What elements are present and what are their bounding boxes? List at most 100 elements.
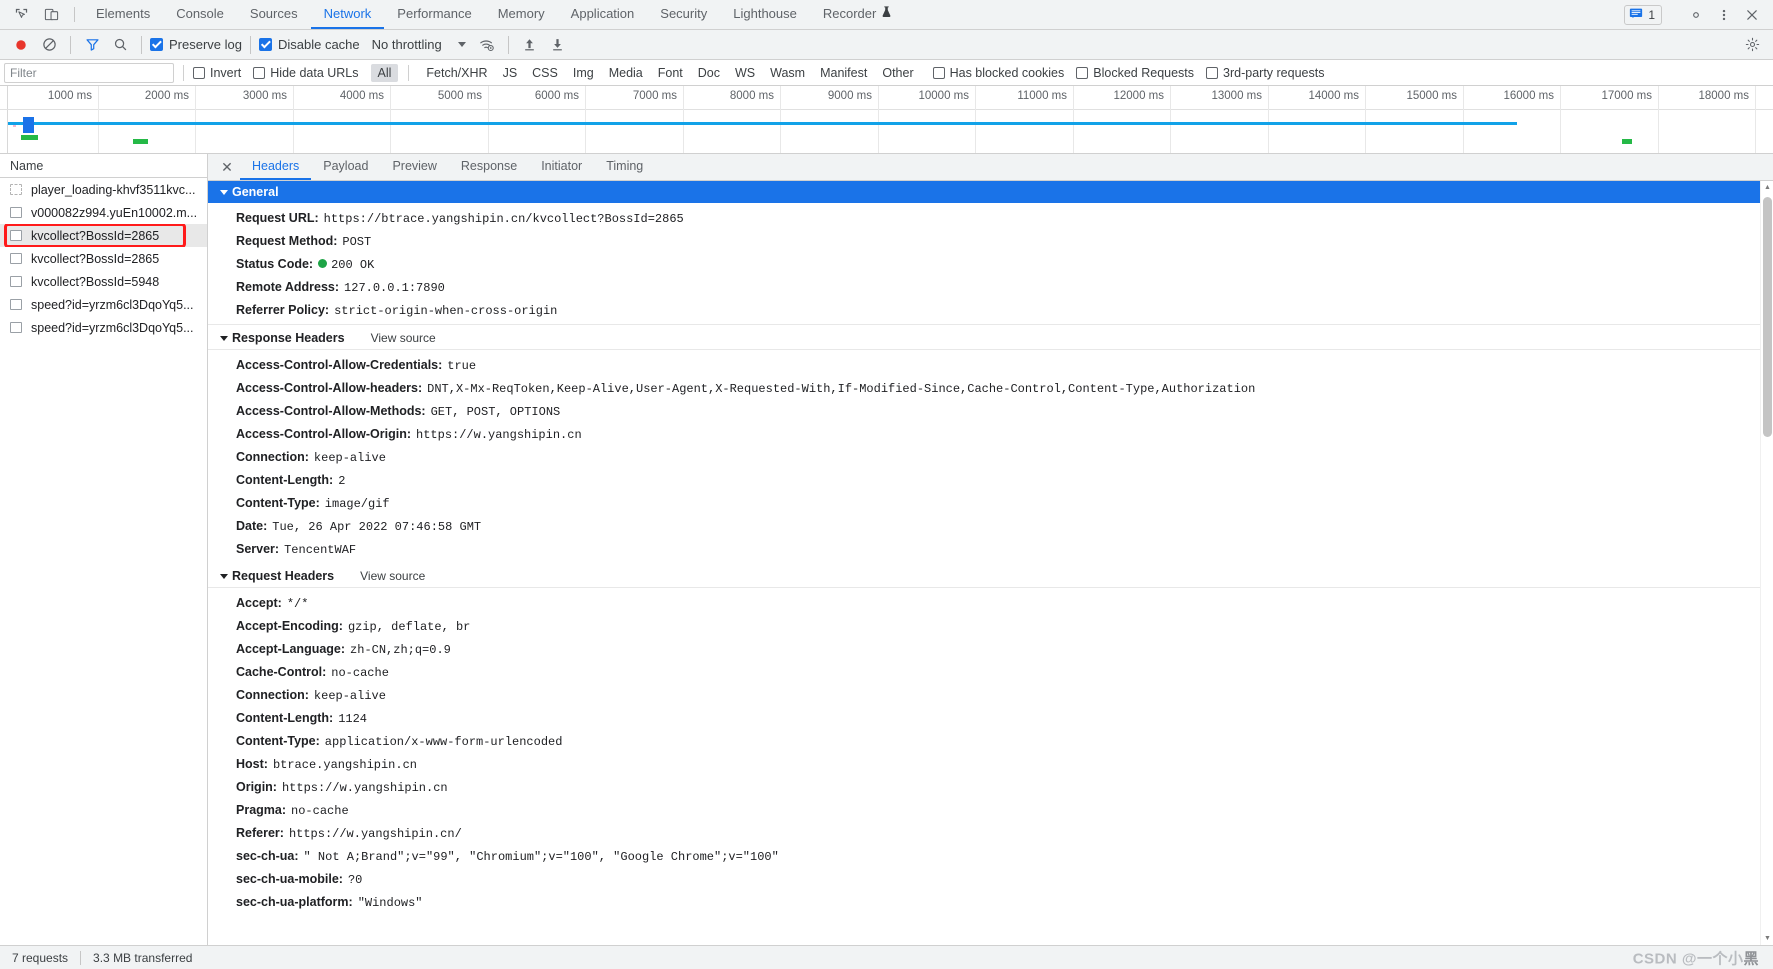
request-row-1[interactable]: v000082z994.yuEn10002.m...	[0, 201, 207, 224]
toolbar-divider-4	[507, 35, 509, 54]
message-count: 1	[1648, 7, 1655, 22]
tab-network[interactable]: Network	[310, 0, 385, 29]
response-header-row-3: Access-Control-Allow-Origin: https://w.y…	[208, 423, 1773, 446]
record-button[interactable]	[8, 32, 34, 58]
blocked-requests-checkbox[interactable]: Blocked Requests	[1076, 66, 1194, 80]
filterbar-divider	[183, 64, 184, 81]
request-row-2-selected[interactable]: kvcollect?BossId=2865	[0, 224, 207, 247]
third-party-requests-checkbox[interactable]: 3rd-party requests	[1206, 66, 1324, 80]
device-toolbar-icon[interactable]	[36, 0, 66, 29]
hide-data-urls-checkbox[interactable]: Hide data URLs	[253, 66, 359, 80]
header-key: Referrer Policy:	[236, 303, 330, 317]
type-filter-all[interactable]: All	[370, 63, 399, 82]
general-row-request-url: Request URL: https://btrace.yangshipin.c…	[208, 207, 1773, 230]
network-conditions-icon[interactable]	[474, 32, 500, 58]
overview-tick-label: 5000 ms	[437, 90, 482, 102]
has-blocked-cookies-checkbox[interactable]: Has blocked cookies	[932, 66, 1064, 80]
type-filter-wasm[interactable]: Wasm	[763, 64, 812, 82]
console-message-badge[interactable]: 1	[1624, 4, 1662, 25]
scrollbar-thumb[interactable]	[1763, 197, 1772, 437]
detail-tab-label: Response	[460, 159, 518, 173]
request-row-4[interactable]: kvcollect?BossId=5948	[0, 270, 207, 293]
toolbar-divider-2	[141, 35, 142, 54]
tab-payload[interactable]: Payload	[311, 154, 380, 180]
more-options-icon[interactable]	[1711, 2, 1737, 28]
request-header-row-6: Content-Type: application/x-www-form-url…	[208, 730, 1773, 753]
request-headers-section-header[interactable]: Request Headers View source	[208, 563, 1773, 588]
watermark-text: CSDN @一个小	[1632, 950, 1744, 967]
request-row-5[interactable]: speed?id=yrzm6cl3DqoYq5...	[0, 293, 207, 316]
tab-console[interactable]: Console	[163, 0, 237, 29]
tab-security[interactable]: Security	[647, 0, 720, 29]
invert-checkbox[interactable]: Invert	[193, 66, 241, 80]
request-name: kvcollect?BossId=2865	[31, 251, 160, 266]
response-headers-section-header[interactable]: Response Headers View source	[208, 325, 1773, 350]
inspect-element-icon[interactable]	[6, 0, 36, 29]
type-filter-other[interactable]: Other	[875, 64, 920, 82]
type-filter-img[interactable]: Img	[566, 64, 601, 82]
filter-toggle-icon[interactable]	[79, 32, 105, 58]
general-section-header[interactable]: General	[208, 181, 1773, 203]
scroll-up-arrow-icon[interactable]: ▲	[1761, 181, 1773, 194]
detail-tab-label: Initiator	[541, 159, 583, 173]
type-filter-doc[interactable]: Doc	[691, 64, 727, 82]
request-name: speed?id=yrzm6cl3DqoYq5...	[31, 320, 194, 335]
import-har-button[interactable]	[517, 32, 543, 58]
toolbar-divider-3	[249, 35, 251, 54]
tab-preview[interactable]: Preview	[380, 154, 448, 180]
header-key: Content-Type:	[236, 734, 320, 748]
tab-lighthouse[interactable]: Lighthouse	[720, 0, 810, 29]
tab-initiator[interactable]: Initiator	[529, 154, 594, 180]
throttling-select[interactable]: No throttling	[372, 37, 466, 52]
request-row-6[interactable]: speed?id=yrzm6cl3DqoYq5...	[0, 316, 207, 339]
resource-type-icon	[10, 322, 22, 333]
type-filter-media[interactable]: Media	[602, 64, 650, 82]
tab-application[interactable]: Application	[558, 0, 648, 29]
search-icon[interactable]	[107, 32, 133, 58]
network-overview-timeline[interactable]: 1000 ms 2000 ms 3000 ms 4000 ms 5000 ms …	[0, 86, 1773, 154]
tab-headers[interactable]: Headers	[240, 154, 312, 180]
tab-memory[interactable]: Memory	[485, 0, 558, 29]
settings-gear-icon[interactable]	[1683, 2, 1709, 28]
header-value: https://w.yangshipin.cn	[416, 428, 582, 442]
export-har-button[interactable]	[545, 32, 571, 58]
clear-button[interactable]	[36, 32, 62, 58]
close-detail-icon[interactable]: ✕	[214, 154, 240, 180]
view-source-link[interactable]: View source	[360, 569, 425, 583]
filterbar-divider-2	[408, 64, 410, 81]
type-filter-fetchxhr[interactable]: Fetch/XHR	[419, 64, 494, 82]
scroll-down-arrow-icon[interactable]: ▼	[1761, 932, 1773, 945]
type-filter-label: Manifest	[820, 65, 868, 80]
tab-recorder[interactable]: Recorder	[810, 0, 905, 29]
request-row-0[interactable]: player_loading-khvf3511kvc...	[0, 178, 207, 201]
tab-elements[interactable]: Elements	[83, 0, 163, 29]
close-devtools-icon[interactable]	[1739, 2, 1765, 28]
tab-timing[interactable]: Timing	[594, 154, 655, 180]
header-key: Cache-Control:	[236, 665, 327, 679]
header-value: https://btrace.yangshipin.cn/kvcollect?B…	[323, 212, 684, 226]
type-filter-label: CSS	[532, 65, 558, 80]
request-row-3[interactable]: kvcollect?BossId=2865	[0, 247, 207, 270]
response-header-row-5: Content-Length: 2	[208, 469, 1773, 492]
filter-input[interactable]	[4, 62, 174, 83]
header-key: sec-ch-ua-platform:	[236, 895, 353, 909]
type-filter-ws[interactable]: WS	[728, 64, 762, 82]
type-filter-font[interactable]: Font	[651, 64, 690, 82]
header-value: btrace.yangshipin.cn	[272, 758, 417, 772]
view-source-link[interactable]: View source	[371, 331, 436, 345]
request-name: v000082z994.yuEn10002.m...	[31, 205, 198, 220]
type-filter-css[interactable]: CSS	[525, 64, 565, 82]
disable-cache-checkbox[interactable]: Disable cache	[258, 37, 360, 52]
header-value: GET, POST, OPTIONS	[430, 405, 561, 419]
preserve-log-checkbox[interactable]: Preserve log	[150, 37, 242, 52]
request-list-header[interactable]: Name	[0, 154, 207, 178]
tab-sources[interactable]: Sources	[237, 0, 311, 29]
type-filter-manifest[interactable]: Manifest	[813, 64, 874, 82]
network-status-bar: 7 requests 3.3 MB transferred CSDN @一个小黑	[0, 945, 1773, 969]
tab-performance[interactable]: Performance	[384, 0, 484, 29]
overview-left-edge	[7, 86, 8, 153]
detail-vertical-scrollbar[interactable]: ▲ ▼	[1760, 181, 1773, 945]
type-filter-js[interactable]: JS	[496, 64, 525, 82]
network-settings-button[interactable]	[1739, 32, 1765, 58]
tab-response[interactable]: Response	[449, 154, 529, 180]
